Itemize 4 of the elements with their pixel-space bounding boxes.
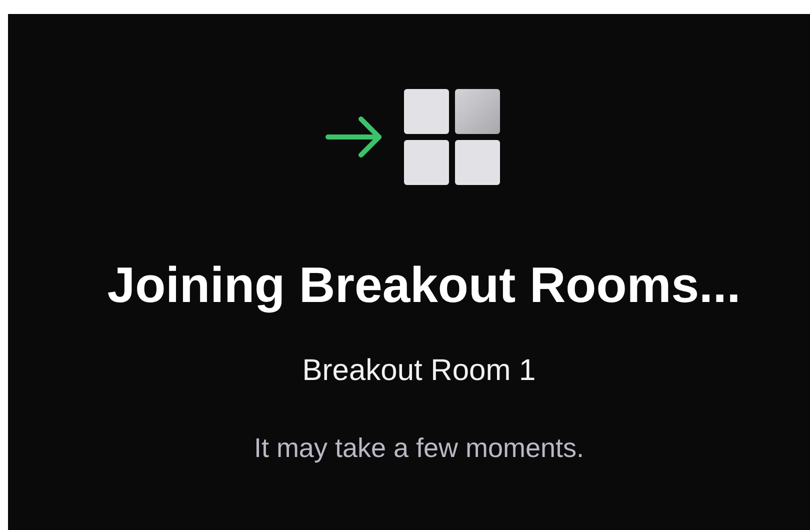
room-name: Breakout Room 1 <box>301 353 536 389</box>
join-rooms-icon <box>325 88 501 186</box>
joining-title: Joining Breakout Rooms... <box>106 256 741 315</box>
wait-message: It may take a few moments. <box>252 432 584 465</box>
